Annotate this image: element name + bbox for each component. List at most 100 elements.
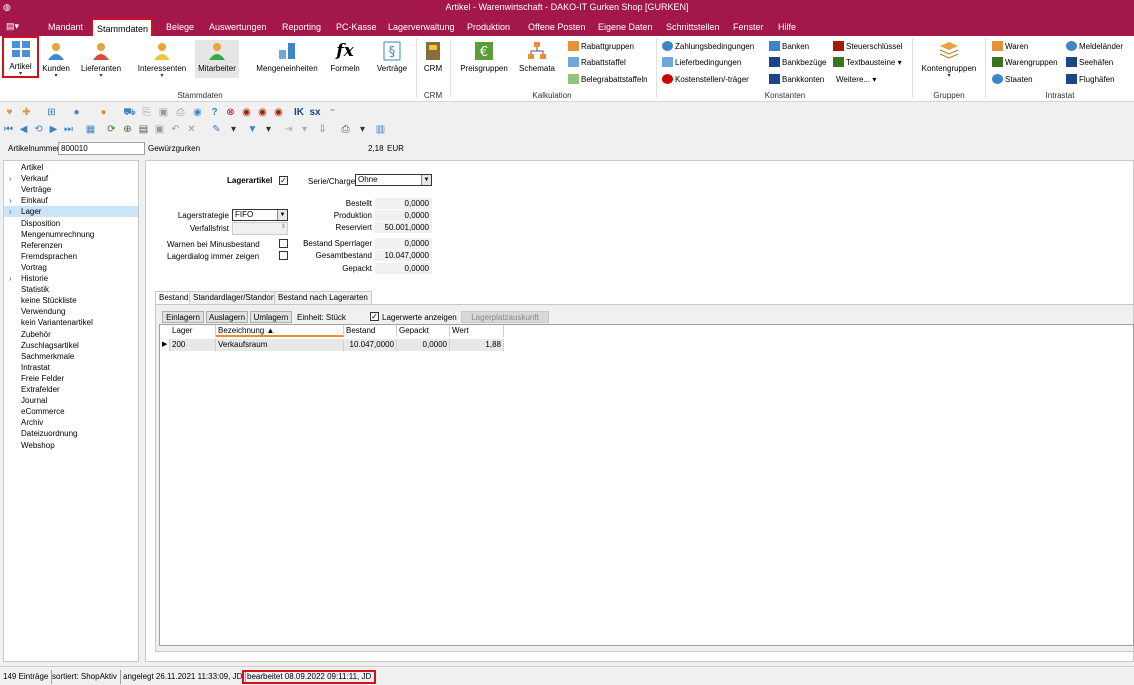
tree-item[interactable]: Vortrag [4,262,138,273]
tab-bestand[interactable]: Bestand [155,291,193,305]
kostenstellen-button[interactable]: Kostenstellen/-träger [662,73,749,87]
tree-item[interactable]: › Historie [4,273,138,284]
menu-auswertungen[interactable]: Auswertungen [205,19,271,35]
record2-icon[interactable]: ◉ [256,106,269,119]
user-icon[interactable]: ● [70,106,83,119]
tree-item[interactable]: Fremdsprachen [4,251,138,262]
export-icon[interactable]: ⇩ [316,123,329,136]
next-record-icon[interactable]: ▶ [47,123,60,136]
refresh-record-icon[interactable]: ⟲ [32,123,45,136]
save-icon[interactable]: ▣ [153,123,166,136]
stop-icon[interactable]: ⊗ [224,106,237,119]
disk-icon[interactable]: ▣ [157,106,170,119]
tree-item[interactable]: Archiv [4,417,138,428]
menu-offene-posten[interactable]: Offene Posten [524,19,589,35]
rabattstaffel-button[interactable]: Rabattstaffel [568,56,626,70]
artikel-button[interactable]: Artikel ▾ [2,36,39,78]
tree-item[interactable]: Zubehör [4,329,138,340]
waren-button[interactable]: Waren [992,40,1028,54]
column-header-wert[interactable]: Wert [450,325,504,337]
textbausteine-button[interactable]: Textbausteine ▾ [833,56,902,70]
formeln-button[interactable]: fx Formeln [328,40,362,73]
staaten-button[interactable]: Staaten [992,73,1033,87]
tab-standardlager[interactable]: Standardlager/Standort [189,291,280,304]
lagerwerte-checkbox[interactable]: ✓ [370,312,379,321]
tree-item[interactable]: Disposition [4,218,138,229]
bankbezuege-button[interactable]: Bankbezüge [769,56,826,70]
user-orange-icon[interactable]: ● [97,106,110,119]
record-icon[interactable]: ◉ [240,106,253,119]
chevron-down-icon[interactable]: ▾ [298,123,311,136]
tree-item[interactable]: kein Variantenartikel [4,317,138,328]
add-record-icon[interactable]: ⊕ [121,123,134,136]
globe-icon[interactable]: ◉ [191,106,204,119]
printer-icon[interactable]: ⎙ [339,123,352,136]
tree-item[interactable]: keine Stückliste [4,295,138,306]
auslagern-button[interactable]: Auslagern [206,311,248,323]
new-icon[interactable]: ✚ [20,106,33,119]
tree-item[interactable]: Extrafelder [4,384,138,395]
menu-pc-kasse[interactable]: PC-Kasse [332,19,381,35]
chevron-right-icon[interactable]: › [9,206,12,217]
car-icon[interactable]: ⛟ [123,106,136,119]
belegrabattstaffeln-button[interactable]: Belegrabattstaffeln [568,73,648,87]
lieferanten-button[interactable]: Lieferanten ▾ [79,40,123,79]
steuerschluessel-button[interactable]: Steuerschlüssel [833,40,902,54]
einlagern-button[interactable]: Einlagern [162,311,204,323]
favorite-icon[interactable]: ♥ [3,106,16,119]
menu-eigene-daten[interactable]: Eigene Daten [594,19,657,35]
sx-icon[interactable]: sx [307,106,323,119]
column-header-bestand[interactable]: Bestand [344,325,397,337]
serie-select[interactable]: Ohne ▼ [355,174,432,186]
tree-item[interactable]: Dateizuordnung [4,428,138,439]
menu-mandant[interactable]: Mandant [44,19,87,35]
column-header-lager[interactable]: Lager [170,325,216,337]
schemata-button[interactable]: Schemata [517,40,557,73]
tree-item[interactable]: Freie Felder [4,373,138,384]
overflow-icon[interactable]: ⁼ [326,106,339,119]
record3-icon[interactable]: ◉ [272,106,285,119]
bankkonten-button[interactable]: Bankkonten [769,73,824,87]
tree-item[interactable]: Statistik [4,284,138,295]
column-header-gepackt[interactable]: Gepackt [397,325,450,337]
tree-item[interactable]: Intrastat [4,362,138,373]
tree-item[interactable]: Verträge [4,184,138,195]
chevron-down-icon[interactable]: ▾ [227,123,240,136]
pin-icon[interactable]: ✎ [210,123,223,136]
preisgruppen-button[interactable]: € Preisgruppen [458,40,510,73]
chevron-down-icon[interactable]: ▾ [356,123,369,136]
first-record-icon[interactable]: ⏮ [2,123,15,136]
mitarbeiter-button[interactable]: Mitarbeiter [195,40,239,78]
chevron-right-icon[interactable]: › [9,173,12,184]
verfallsfrist-input[interactable]: ⇕ [232,222,288,235]
chevron-down-icon[interactable]: ▾ [262,123,275,136]
previous-record-icon[interactable]: ◀ [17,123,30,136]
tree-item[interactable]: › Lager [4,206,138,218]
mengeneinheiten-button[interactable]: Mengeneinheiten [253,40,321,73]
print-icon[interactable]: ⎙ [174,106,187,119]
tree-item[interactable]: Journal [4,395,138,406]
rabattgruppen-button[interactable]: Rabattgruppen [568,40,634,54]
lagerplatzauskunft-button[interactable]: Lagerplatzauskunft [461,311,549,323]
tree-item[interactable]: › Verkauf [4,173,138,184]
tab-bestand-lagerarten[interactable]: Bestand nach Lagerarten [274,291,372,304]
tree-item[interactable]: Webshop [4,440,138,451]
meldelaender-button[interactable]: Meldeländer [1066,40,1123,54]
delete-icon[interactable]: ✕ [185,123,198,136]
menu-stammdaten[interactable]: Stammdaten [91,18,153,36]
hierarchy-icon[interactable]: ⊞ [45,106,58,119]
table-icon[interactable]: ▦ [84,123,97,136]
weitere-button[interactable]: Weitere... ▾ [836,73,876,87]
document-icon[interactable]: ▤ [137,123,150,136]
tree-item[interactable]: Referenzen [4,240,138,251]
menu-reporting[interactable]: Reporting [278,19,325,35]
app-menu-icon[interactable]: ▤▾ [6,21,26,31]
filter-icon[interactable]: ▼ [246,123,259,136]
tree-item[interactable]: Mengenumrechnung [4,229,138,240]
tree-item[interactable]: eCommerce [4,406,138,417]
zahlungsbedingungen-button[interactable]: Zahlungsbedingungen [662,40,754,54]
crm-button[interactable]: CRM [420,40,446,73]
seehaefen-button[interactable]: Seehäfen [1066,56,1113,70]
vertraege-button[interactable]: § Verträge [374,40,410,73]
menu-fenster[interactable]: Fenster [729,19,768,35]
